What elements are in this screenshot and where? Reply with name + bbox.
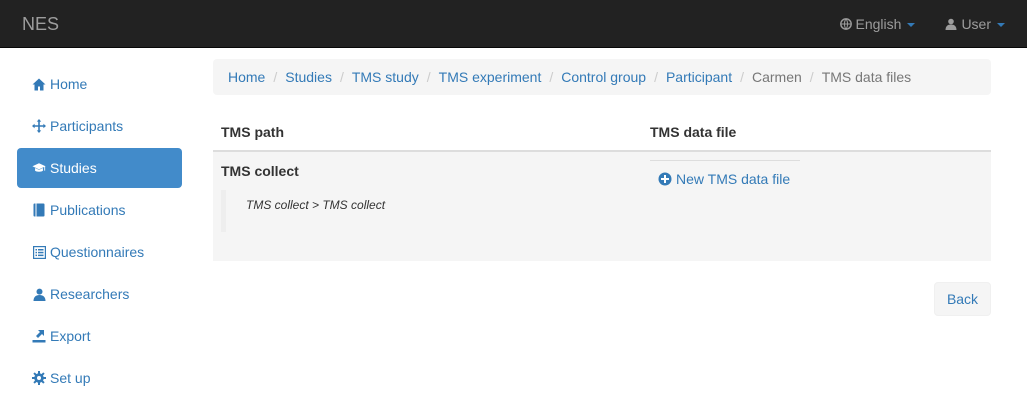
export-icon: [32, 329, 46, 343]
breadcrumb-home[interactable]: Home: [228, 69, 265, 85]
breadcrumb-group[interactable]: Control group: [561, 69, 646, 85]
sidebar-item-label: Export: [50, 328, 91, 344]
breadcrumb-separator: /: [273, 69, 278, 85]
sidebar-item-setup[interactable]: Set up: [17, 358, 182, 398]
breadcrumb-participant[interactable]: Participant: [666, 69, 732, 85]
column-header-tms-data-file: TMS data file: [650, 123, 737, 140]
user-icon: [945, 18, 957, 30]
tms-path-cell: TMS collect TMS collect > TMS collect: [213, 152, 642, 261]
sidebar-item-home[interactable]: Home: [17, 64, 182, 104]
sidebar-item-label: Publications: [50, 202, 126, 218]
sidebar-item-participants[interactable]: Participants: [17, 106, 182, 146]
language-dropdown[interactable]: English: [825, 0, 931, 48]
breadcrumb-separator: /: [740, 69, 744, 85]
table-row: TMS collect TMS collect > TMS collect Ne…: [213, 152, 991, 261]
sidebar-item-label: Studies: [50, 160, 97, 176]
sidebar: Home Participants Studies Publications Q…: [17, 64, 182, 400]
chevron-down-icon: [997, 23, 1005, 27]
sidebar-item-label: Questionnaires: [50, 244, 145, 260]
breadcrumb-current: TMS data files: [821, 69, 912, 85]
sidebar-item-export[interactable]: Export: [17, 316, 182, 356]
sidebar-item-label: Set up: [50, 370, 91, 386]
home-icon: [32, 77, 46, 91]
brand-logo[interactable]: NES: [22, 14, 59, 34]
globe-icon: [839, 18, 852, 30]
breadcrumb-separator: /: [654, 69, 658, 85]
move-icon: [32, 119, 46, 133]
sidebar-item-researchers[interactable]: Researchers: [17, 274, 182, 314]
tms-data-table: TMS path TMS data file TMS collect TMS c…: [213, 113, 991, 261]
step-title: TMS collect: [221, 163, 299, 179]
breadcrumb-participant-name: Carmen: [752, 69, 802, 85]
chevron-down-icon: [907, 23, 916, 27]
new-tms-data-file-link[interactable]: New TMS data file: [650, 160, 800, 187]
breadcrumb-separator: /: [809, 69, 814, 85]
breadcrumb-experiment[interactable]: TMS experiment: [439, 69, 542, 85]
breadcrumb-separator: /: [339, 69, 344, 85]
breadcrumb-study[interactable]: TMS study: [352, 69, 419, 85]
step-path: TMS collect > TMS collect: [221, 190, 634, 232]
new-tms-data-file-label: New TMS data file: [676, 171, 791, 187]
list-alt-icon: [32, 245, 46, 259]
table-header: TMS path TMS data file: [213, 113, 991, 152]
sidebar-item-label: Researchers: [50, 286, 130, 302]
sidebar-item-label: Home: [50, 76, 88, 92]
user-label: User: [961, 16, 991, 32]
education-icon: [32, 161, 46, 175]
user-icon: [32, 287, 46, 301]
book-icon: [32, 203, 46, 217]
user-dropdown[interactable]: User: [930, 0, 1027, 48]
breadcrumb-separator: /: [549, 69, 554, 85]
column-header-tms-path: TMS path: [221, 123, 284, 140]
breadcrumb-studies[interactable]: Studies: [285, 69, 332, 85]
sidebar-item-label: Participants: [50, 118, 124, 134]
back-button[interactable]: Back: [934, 282, 991, 316]
plus-circle-icon: [658, 172, 672, 186]
language-label: English: [855, 16, 902, 32]
tms-data-file-cell: New TMS data file: [642, 152, 800, 261]
cog-icon: [32, 371, 46, 385]
sidebar-item-publications[interactable]: Publications: [17, 190, 182, 230]
sidebar-item-studies[interactable]: Studies: [17, 148, 182, 188]
top-navbar: NES English User: [0, 0, 1027, 48]
navbar-right: English User: [825, 0, 1027, 48]
breadcrumb-separator: /: [426, 69, 431, 85]
breadcrumb: Home / Studies / TMS study / TMS experim…: [213, 59, 991, 95]
sidebar-item-questionnaires[interactable]: Questionnaires: [17, 232, 182, 272]
